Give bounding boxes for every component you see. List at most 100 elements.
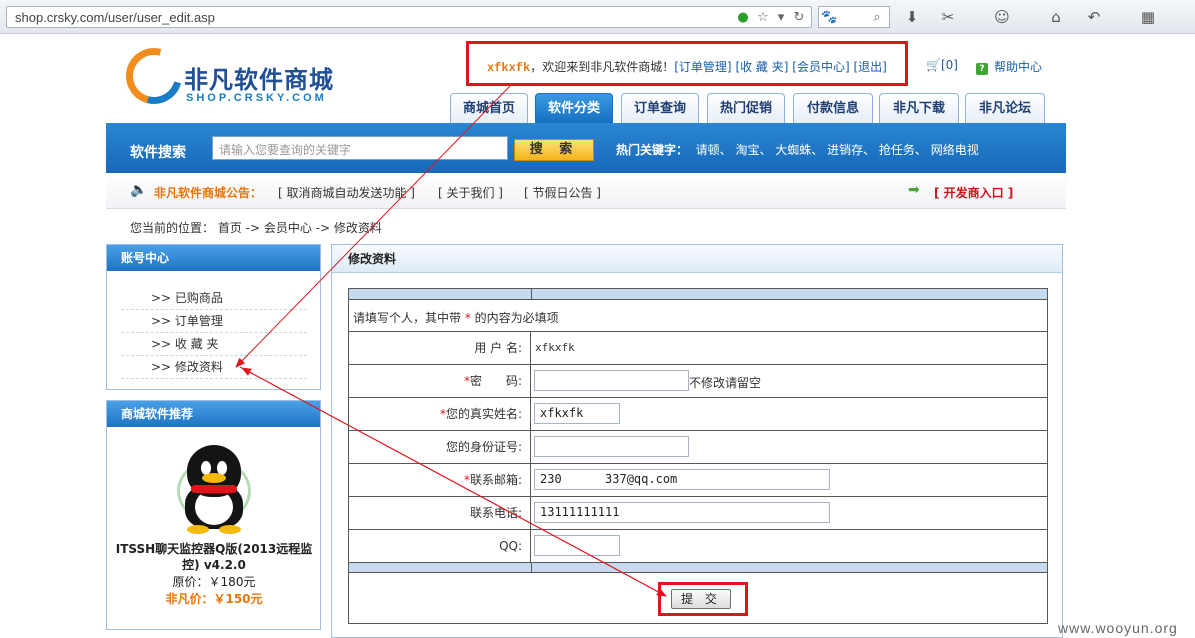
search-label: 软件搜索	[130, 145, 186, 161]
form-footer-bar	[349, 563, 1047, 573]
notice-bar: 🔈 非凡软件商城公告： [ 取消商城自动发送功能 ] [ 关于我们 ] [ 节假…	[106, 173, 1066, 209]
product-sale-price: 非凡价：￥150元	[165, 592, 263, 606]
logo-title: 非凡软件商城	[184, 66, 334, 94]
sidebar-item-orders[interactable]: >> 订单管理	[121, 310, 307, 333]
notice-item-1[interactable]: [ 取消商城自动发送功能 ]	[278, 184, 415, 201]
refresh-icon[interactable]: ↻	[791, 10, 807, 26]
tab-home[interactable]: 商城首页	[450, 93, 528, 123]
logo-swirl-icon	[115, 37, 193, 115]
tab-software-category[interactable]: 软件分类	[535, 93, 613, 123]
search-engine-icon[interactable]: 🐾	[821, 10, 837, 26]
screenshot-icon[interactable]: ✂	[938, 7, 958, 27]
welcome-username: xfkxfk	[487, 61, 531, 75]
email-label-cell: *联系邮箱:	[349, 464, 531, 496]
password-input[interactable]	[534, 370, 689, 391]
sidebar-item-favorites[interactable]: >> 收 藏 夹	[121, 333, 307, 356]
help-label: 帮助中心	[994, 60, 1043, 74]
realname-label-cell: *您的真实姓名:	[349, 398, 531, 430]
welcome-box: xfkxfk，欢迎来到非凡软件商城！[订单管理] [收 藏 夹] [会员中心] …	[466, 41, 908, 86]
cart-link[interactable]: 🛒[0]	[926, 58, 958, 72]
password-label: 密 码:	[469, 374, 522, 388]
password-hint: 不修改请留空	[689, 376, 762, 390]
submit-highlight-box: 提 交	[658, 582, 748, 616]
hot-keywords-list[interactable]: 请顿、 淘宝、 大蜘蛛、 进销存、 抢任务、 网络电视	[696, 143, 979, 157]
email-label: 联系邮箱:	[469, 473, 522, 487]
developer-entrance-link[interactable]: [ 开发商入口 ]	[934, 184, 1013, 201]
go-icon[interactable]: ●	[735, 10, 751, 26]
bookmark-star-icon[interactable]: ☆	[755, 10, 771, 26]
qq-label: QQ:	[349, 530, 531, 562]
logo-subtitle: SHOP.CRSKY.COM	[186, 92, 327, 104]
profile-form: 请填写个人，其中带 * 的内容为必填项 用 户 名: xfkxfk *密 码: …	[348, 288, 1048, 624]
notice-title: 非凡软件商城公告：	[154, 186, 263, 200]
watermark: www.wooyun.org	[1058, 620, 1178, 636]
qq-input[interactable]	[534, 535, 620, 556]
email-input[interactable]: 230 337@qq.com	[534, 469, 830, 490]
hot-keywords-label: 热门关键字：	[616, 143, 689, 157]
notice-item-3[interactable]: [ 节假日公告 ]	[524, 184, 601, 201]
tab-crsky-download[interactable]: 非凡下载	[879, 93, 959, 123]
link-member-center[interactable]: [会员中心]	[792, 60, 849, 74]
account-center-title: 账号中心	[107, 245, 320, 271]
cart-count: [0]	[940, 58, 958, 72]
hot-keywords: 热门关键字： 请顿、 淘宝、 大蜘蛛、 进销存、 抢任务、 网络电视	[616, 141, 979, 158]
notice-item-2[interactable]: [ 关于我们 ]	[438, 184, 503, 201]
form-instruction: 请填写个人，其中带 * 的内容为必填项	[353, 309, 559, 326]
phone-label: 联系电话:	[349, 497, 531, 529]
password-label-cell: *密 码:	[349, 365, 531, 397]
link-order-manage[interactable]: [订单管理]	[674, 60, 731, 74]
product-original-price: 原价：￥180元	[172, 575, 256, 589]
apps-icon[interactable]: ▦	[1138, 7, 1158, 27]
speaker-icon: 🔈	[130, 182, 148, 198]
idcard-input[interactable]	[534, 436, 689, 457]
edit-profile-panel: 修改资料 请填写个人，其中带 * 的内容为必填项 用 户 名: xfkxfk *…	[331, 244, 1063, 638]
site-logo[interactable]: 非凡软件商城 SHOP.CRSKY.COM	[115, 37, 366, 115]
account-center-box: 账号中心 >> 已购商品 >> 订单管理 >> 收 藏 夹 >> 修改资料	[106, 244, 321, 390]
browser-search-box[interactable]: 🐾 ⌕	[818, 6, 890, 28]
search-icon[interactable]: ⌕	[869, 10, 885, 26]
realname-label: 您的真实姓名:	[445, 407, 522, 421]
row-idcard: 您的身份证号:	[349, 431, 1047, 464]
link-logout[interactable]: [退出]	[853, 60, 886, 74]
undo-icon[interactable]: ↶	[1084, 7, 1104, 27]
help-icon: ?	[976, 63, 988, 75]
panel-title: 修改资料	[332, 245, 1062, 273]
dropdown-icon[interactable]: ▾	[773, 10, 789, 26]
row-password: *密 码: 不修改请留空	[349, 365, 1047, 398]
idcard-label: 您的身份证号:	[349, 431, 531, 463]
realname-input[interactable]: xfkxfk	[534, 403, 620, 424]
addon-icon[interactable]: ☺	[992, 7, 1012, 27]
tab-payment-info[interactable]: 付款信息	[793, 93, 873, 123]
qq-penguin-image[interactable]	[177, 445, 251, 537]
download-icon[interactable]: ⬇	[902, 7, 922, 27]
sidebar-item-purchased[interactable]: >> 已购商品	[121, 287, 307, 310]
tab-crsky-forum[interactable]: 非凡论坛	[965, 93, 1045, 123]
link-favorites[interactable]: [收 藏 夹]	[735, 60, 788, 74]
cart-icon: 🛒	[926, 58, 941, 72]
phone-input[interactable]: 13111111111	[534, 502, 830, 523]
tab-hot-promo[interactable]: 热门促销	[707, 93, 785, 123]
product-name[interactable]: ITSSH聊天监控器Q版(2013远程监控) v4.2.0	[115, 541, 313, 573]
address-bar[interactable]: shop.crsky.com/user/user_edit.asp ● ☆ ▾ …	[6, 6, 812, 28]
welcome-greeting: ，欢迎来到非凡软件商城！	[530, 60, 675, 74]
row-realname: *您的真实姓名: xfkxfk	[349, 398, 1047, 431]
arrow-right-icon: ➡	[908, 182, 920, 198]
url-text[interactable]: shop.crsky.com/user/user_edit.asp	[15, 10, 215, 25]
instruction-suffix: 的内容为必填项	[474, 311, 559, 325]
search-input[interactable]: 请输入您要查询的关键字	[212, 136, 508, 160]
row-phone: 联系电话: 13111111111	[349, 497, 1047, 530]
sidebar-item-edit-profile[interactable]: >> 修改资料	[121, 356, 307, 379]
submit-button[interactable]: 提 交	[671, 589, 731, 609]
breadcrumb: 您当前的位置： 首页 -> 会员中心 -> 修改资料	[130, 221, 382, 235]
row-email: *联系邮箱: 230 337@qq.com	[349, 464, 1047, 497]
recommend-box: 商城软件推荐 ITSSH聊天监控器Q版(2013远程监控) v4.2.0 原价：…	[106, 400, 321, 630]
browser-toolbar: shop.crsky.com/user/user_edit.asp ● ☆ ▾ …	[0, 0, 1195, 34]
tab-order-query[interactable]: 订单查询	[621, 93, 699, 123]
instruction-prefix: 请填写个人，其中带	[353, 311, 462, 325]
search-button[interactable]: 搜 索	[514, 139, 594, 161]
home-icon[interactable]: ⌂	[1046, 7, 1066, 27]
row-username: 用 户 名: xfkxfk	[349, 332, 1047, 365]
help-link[interactable]: ? 帮助中心	[976, 58, 1042, 75]
search-band: 软件搜索 请输入您要查询的关键字 搜 索 热门关键字： 请顿、 淘宝、 大蜘蛛、…	[106, 123, 1066, 173]
row-qq: QQ:	[349, 530, 1047, 563]
